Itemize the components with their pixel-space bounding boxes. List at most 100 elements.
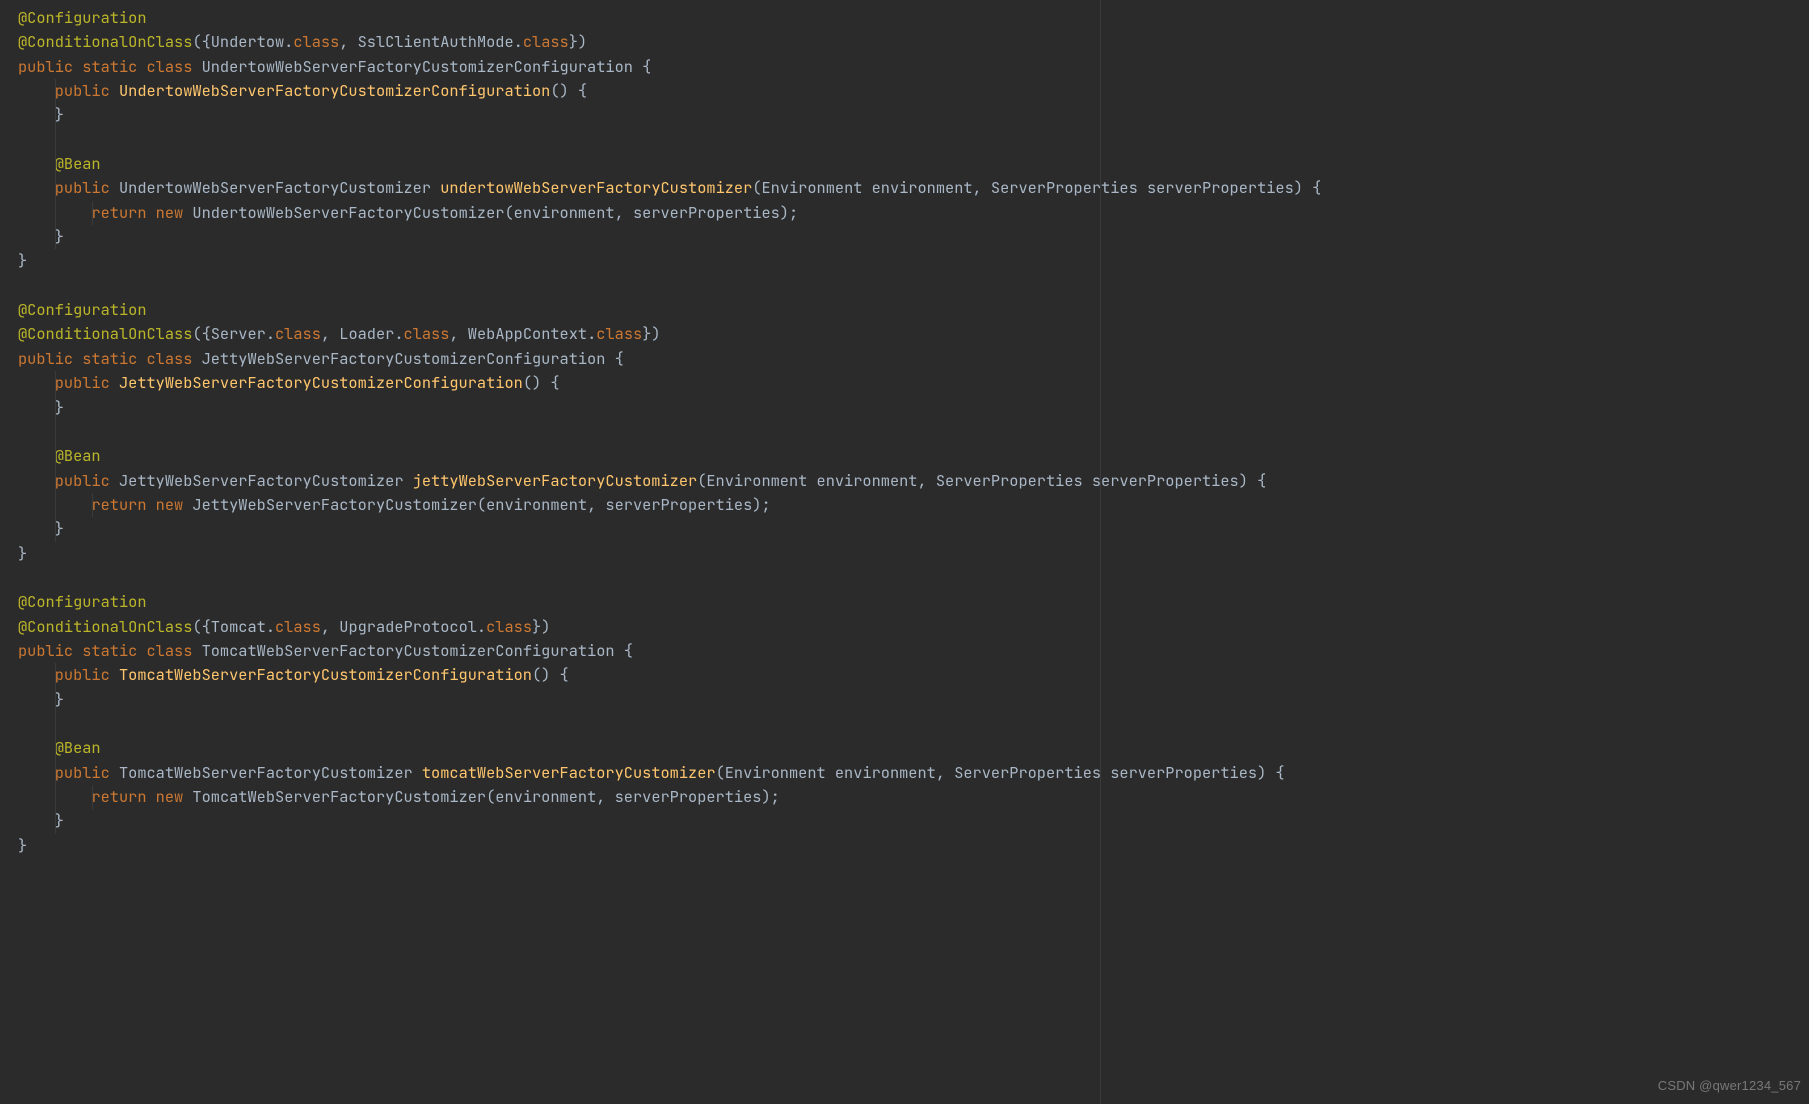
right-margin-guide xyxy=(1100,0,1101,1104)
code-line[interactable] xyxy=(18,128,1809,152)
code-token: JettyWebServerFactoryCustomizer(environm… xyxy=(192,494,770,515)
code-line[interactable]: public UndertowWebServerFactoryCustomize… xyxy=(18,176,1809,200)
indent-guide xyxy=(55,79,56,249)
code-token: }) xyxy=(642,323,660,344)
code-token: } xyxy=(18,689,64,710)
code-line[interactable] xyxy=(18,420,1809,444)
code-line[interactable]: @Bean xyxy=(18,444,1809,468)
code-line[interactable]: @Bean xyxy=(18,152,1809,176)
code-token: ({Undertow. xyxy=(192,31,293,52)
code-token: @Bean xyxy=(55,737,101,758)
code-line[interactable]: public static class JettyWebServerFactor… xyxy=(18,347,1809,371)
code-line[interactable]: public JettyWebServerFactoryCustomizerCo… xyxy=(18,371,1809,395)
code-token: }) xyxy=(569,31,587,52)
code-token: public static class xyxy=(18,640,202,661)
code-token: @Configuration xyxy=(18,591,147,612)
indent-guide xyxy=(55,663,56,833)
code-token: jettyWebServerFactoryCustomizer xyxy=(413,470,698,491)
code-line[interactable]: @ConditionalOnClass({Tomcat.class, Upgra… xyxy=(18,615,1809,639)
code-line[interactable]: } xyxy=(18,225,1809,249)
code-token: public xyxy=(55,664,119,685)
code-line[interactable]: } xyxy=(18,396,1809,420)
code-line[interactable]: public TomcatWebServerFactoryCustomizer … xyxy=(18,761,1809,785)
code-editor[interactable]: @Configuration@ConditionalOnClass({Under… xyxy=(0,0,1809,1104)
code-line[interactable]: return new JettyWebServerFactoryCustomiz… xyxy=(18,493,1809,517)
code-token: public xyxy=(55,177,119,198)
code-line[interactable]: return new UndertowWebServerFactoryCusto… xyxy=(18,201,1809,225)
indent-guide xyxy=(92,785,93,809)
code-line[interactable]: } xyxy=(18,249,1809,273)
code-token xyxy=(18,153,55,174)
code-token: class xyxy=(596,323,642,344)
code-line[interactable]: @ConditionalOnClass({Undertow.class, Ssl… xyxy=(18,30,1809,54)
code-token: class xyxy=(293,31,339,52)
code-token: return new xyxy=(91,202,192,223)
code-token xyxy=(18,80,55,101)
code-line[interactable] xyxy=(18,274,1809,298)
code-area[interactable]: @Configuration@ConditionalOnClass({Under… xyxy=(0,0,1809,858)
code-token: undertowWebServerFactoryCustomizer xyxy=(440,177,752,198)
code-token: return new xyxy=(91,786,192,807)
code-token: TomcatWebServerFactoryCustomizer(environ… xyxy=(192,786,779,807)
code-token: TomcatWebServerFactoryCustomizerConfigur… xyxy=(119,664,532,685)
code-line[interactable]: @Bean xyxy=(18,736,1809,760)
code-line[interactable]: } xyxy=(18,517,1809,541)
code-token: (Environment environment, ServerProperti… xyxy=(716,762,1285,783)
code-token: class xyxy=(275,323,321,344)
code-token xyxy=(18,737,55,758)
code-token: } xyxy=(18,518,64,539)
code-line[interactable]: public static class TomcatWebServerFacto… xyxy=(18,639,1809,663)
code-line[interactable]: @Configuration xyxy=(18,590,1809,614)
code-line[interactable]: public JettyWebServerFactoryCustomizer j… xyxy=(18,469,1809,493)
code-token: @Configuration xyxy=(18,299,147,320)
code-token: () { xyxy=(523,372,560,393)
indent-guide xyxy=(92,201,93,225)
code-token: tomcatWebServerFactoryCustomizer xyxy=(422,762,716,783)
code-token: public static class xyxy=(18,56,202,77)
code-token: } xyxy=(18,543,27,564)
code-token: () { xyxy=(532,664,569,685)
code-line[interactable]: } xyxy=(18,834,1809,858)
code-line[interactable]: @Configuration xyxy=(18,298,1809,322)
code-token: , WebAppContext. xyxy=(449,323,596,344)
code-token: } xyxy=(18,835,27,856)
code-line[interactable]: @ConditionalOnClass({Server.class, Loade… xyxy=(18,322,1809,346)
code-token: @Bean xyxy=(55,153,101,174)
code-line[interactable]: } xyxy=(18,103,1809,127)
code-token: JettyWebServerFactoryCustomizerConfigura… xyxy=(202,348,624,369)
code-token: @ConditionalOnClass xyxy=(18,31,192,52)
code-line[interactable]: public UndertowWebServerFactoryCustomize… xyxy=(18,79,1809,103)
code-token xyxy=(18,372,55,393)
code-token: @ConditionalOnClass xyxy=(18,616,192,637)
code-line[interactable]: } xyxy=(18,809,1809,833)
code-token: @ConditionalOnClass xyxy=(18,323,192,344)
code-token xyxy=(18,470,55,491)
code-token: UndertowWebServerFactoryCustomizerConfig… xyxy=(119,80,550,101)
code-token: class xyxy=(275,616,321,637)
code-token: } xyxy=(18,104,64,125)
code-line[interactable]: @Configuration xyxy=(18,6,1809,30)
code-token xyxy=(18,664,55,685)
code-token: , SslClientAuthMode. xyxy=(339,31,523,52)
code-line[interactable] xyxy=(18,566,1809,590)
code-line[interactable] xyxy=(18,712,1809,736)
code-token: public xyxy=(55,80,119,101)
code-token: () { xyxy=(550,80,587,101)
code-line[interactable]: return new TomcatWebServerFactoryCustomi… xyxy=(18,785,1809,809)
code-token: UndertowWebServerFactoryCustomizer(envir… xyxy=(192,202,798,223)
code-token: @Bean xyxy=(55,445,101,466)
code-line[interactable]: } xyxy=(18,542,1809,566)
code-token: }) xyxy=(532,616,550,637)
code-token: ({Server. xyxy=(192,323,275,344)
code-token: public static class xyxy=(18,348,202,369)
code-token: class xyxy=(523,31,569,52)
code-token: UndertowWebServerFactoryCustomizer xyxy=(119,177,440,198)
code-token: ({Tomcat. xyxy=(192,616,275,637)
code-line[interactable]: public static class UndertowWebServerFac… xyxy=(18,55,1809,79)
code-line[interactable]: public TomcatWebServerFactoryCustomizerC… xyxy=(18,663,1809,687)
code-line[interactable]: } xyxy=(18,688,1809,712)
code-token: public xyxy=(55,762,119,783)
code-token: , Loader. xyxy=(321,323,404,344)
code-token: UndertowWebServerFactoryCustomizerConfig… xyxy=(202,56,652,77)
code-token: } xyxy=(18,226,64,247)
